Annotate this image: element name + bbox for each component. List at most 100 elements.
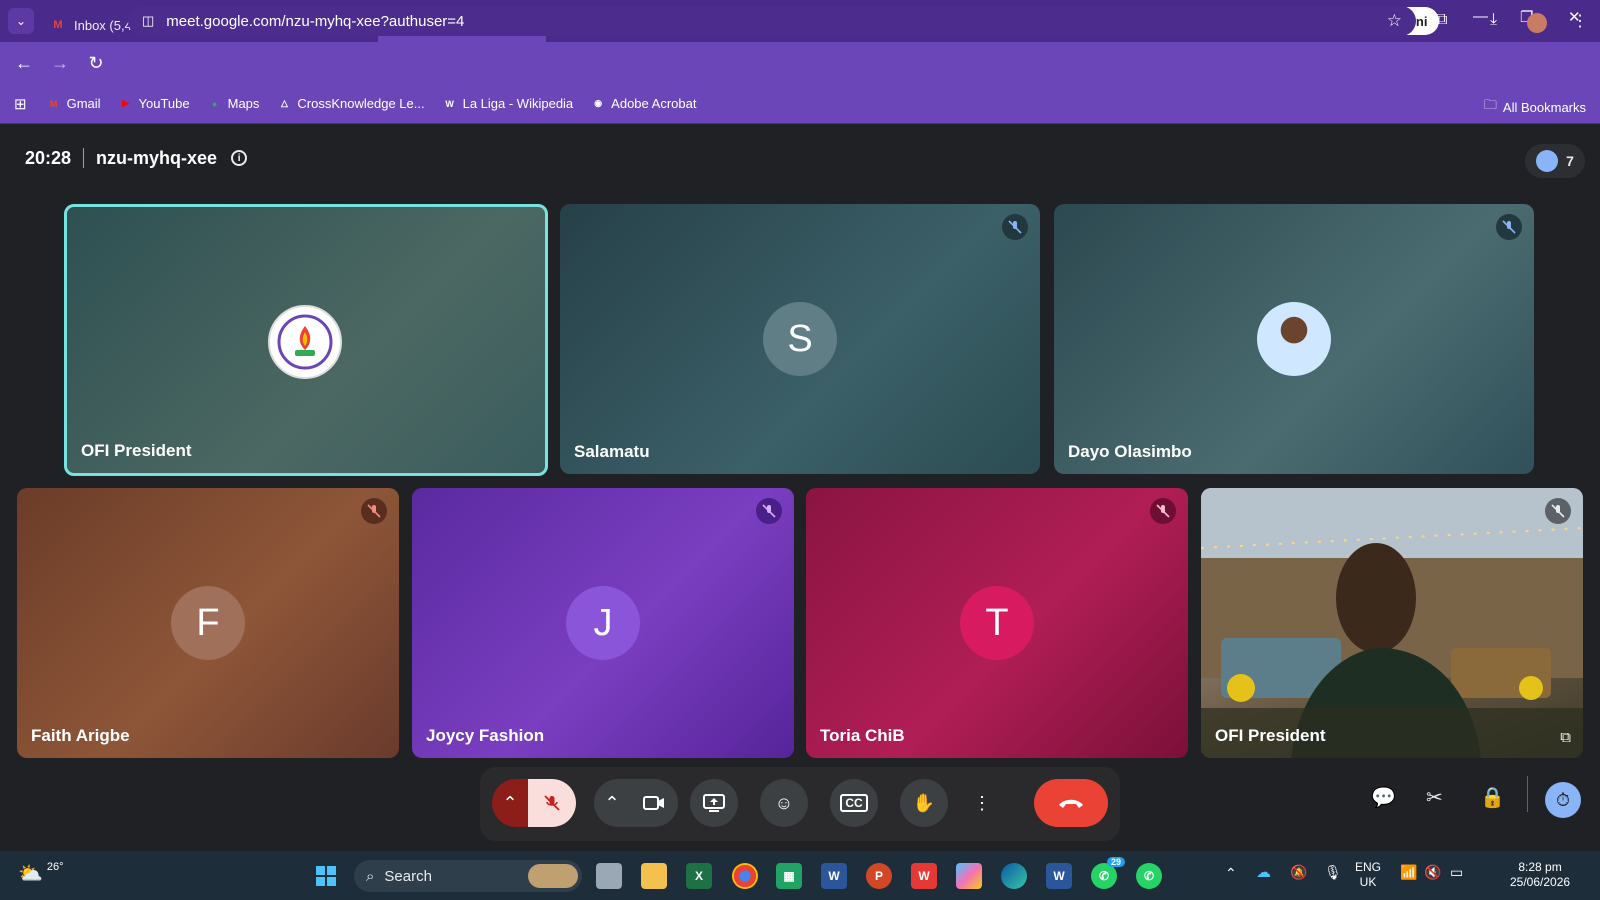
browser-toolbar: ← → ↻ [0, 42, 1600, 84]
wifi-icon[interactable]: 📶 [1400, 865, 1417, 880]
copilot-icon[interactable] [956, 863, 982, 889]
whatsapp-business-icon[interactable]: ✆ 29 [1091, 857, 1125, 889]
all-bookmarks-button[interactable]: 🗀 All Bookmarks [1484, 96, 1586, 118]
forward-icon[interactable]: → [42, 53, 78, 74]
controls-divider [1527, 776, 1528, 812]
minimize-icon[interactable]: — [1473, 8, 1488, 25]
chat-icon[interactable]: 💬 [1371, 785, 1396, 810]
hang-up-icon [1059, 799, 1083, 808]
download-icon[interactable]: ⤓ [1490, 11, 1497, 29]
leave-call-button[interactable] [1034, 779, 1108, 827]
taskbar-search-box[interactable]: ⌕ Search [354, 860, 582, 892]
powerpoint-icon[interactable]: P [866, 863, 892, 889]
reload-icon[interactable]: ↻ [78, 53, 114, 74]
raise-hand-icon: ✋ [912, 792, 936, 813]
search-highlight-image [528, 864, 578, 888]
tab-search-button[interactable]: ⌄ [8, 8, 34, 34]
notifications-off-icon[interactable]: 🔕 [1290, 865, 1307, 880]
apps-grid-icon[interactable]: ⊞ [14, 95, 27, 113]
browser-menu-icon[interactable]: ⋮ [1572, 11, 1588, 31]
bookmark-item[interactable]: ◉ Adobe Acrobat [591, 96, 696, 111]
edge-icon[interactable] [1001, 863, 1027, 889]
participant-avatar: S [763, 302, 837, 376]
whatsapp-icon[interactable]: ✆ [1136, 863, 1162, 889]
mic-toggle-button[interactable] [528, 779, 576, 827]
camera-video-feed [1201, 488, 1583, 758]
activities-icon[interactable]: ✂ [1426, 785, 1443, 810]
participant-avatar: J [566, 586, 640, 660]
bookmark-item[interactable]: △ CrossKnowledge Le... [277, 96, 425, 111]
camera-toggle-button[interactable] [630, 779, 678, 827]
participant-name: Joycy Fashion [426, 726, 545, 745]
header-divider [83, 148, 85, 168]
clock-time: 8:28 pm [1518, 860, 1562, 874]
mic-off-icon [544, 795, 560, 811]
participant-tile[interactable]: J Joycy Fashion [412, 488, 794, 758]
chrome-icon[interactable] [732, 863, 758, 889]
show-hidden-icons-chevron[interactable]: ⌃ [1225, 866, 1237, 881]
bookmark-favicon-icon: ◉ [594, 98, 603, 108]
meeting-info-icon[interactable]: i [231, 150, 248, 166]
participant-tile[interactable]: OFI President [64, 204, 548, 476]
bookmarks-bar: ⊞ M Gmail ▶ YouTube ● Maps △ CrossKnowledge Le.… [0, 84, 1600, 124]
bookmark-star-icon[interactable]: ☆ [1387, 11, 1402, 31]
wps-office-icon[interactable]: W [911, 863, 937, 889]
bookmark-label: Adobe Acrobat [611, 96, 697, 111]
language-code: ENG [1355, 860, 1382, 874]
address-bar[interactable]: ◫ meet.google.com/nzu-myhq-xee?authuser=… [128, 6, 1416, 36]
present-screen-button[interactable] [690, 779, 738, 827]
mic-muted-icon [1496, 214, 1522, 240]
excel-icon[interactable]: X [686, 863, 712, 889]
file-explorer-icon[interactable] [641, 863, 667, 889]
meeting-code: nzu-myhq-xee [96, 147, 218, 168]
start-windows-icon[interactable] [313, 863, 339, 889]
more-options-button[interactable]: ⋮ [970, 779, 994, 827]
present-screen-icon [703, 794, 725, 812]
keyboard-layout: UK [1359, 875, 1377, 889]
participant-name: OFI President [1215, 726, 1326, 745]
word-document-icon[interactable]: W [1046, 863, 1072, 889]
back-icon[interactable]: ← [6, 53, 42, 74]
bookmark-item[interactable]: ● Maps [208, 96, 260, 111]
participant-count: 7 [1566, 153, 1574, 169]
search-icon: ⌕ [366, 867, 375, 885]
all-bookmarks-label: All Bookmarks [1502, 99, 1586, 115]
raise-hand-button[interactable]: ✋ [900, 779, 948, 827]
participant-tile[interactable]: Dayo Olasimbo [1054, 204, 1534, 474]
system-clock[interactable]: 8:28 pm 25/06/2026 [1510, 860, 1570, 890]
task-view-icon[interactable] [596, 863, 622, 889]
site-info-icon[interactable]: ◫ [142, 13, 154, 29]
meeting-time: 20:28 [25, 147, 72, 168]
participant-tile[interactable]: T Toria ChiB [806, 488, 1188, 758]
participant-tile[interactable]: S Salamatu [560, 204, 1040, 474]
participants-button[interactable]: 7 [1525, 144, 1585, 178]
bookmark-label: CrossKnowledge Le... [297, 96, 425, 111]
url-text: meet.google.com/nzu-myhq-xee?authuser=4 [166, 12, 465, 30]
battery-icon[interactable]: ▭ [1450, 865, 1463, 880]
meeting-timer-icon[interactable]: ⏱ [1545, 782, 1581, 818]
spreadsheet-app-icon[interactable]: ▦ [776, 863, 802, 889]
video-settings-chevron-icon[interactable]: ⌃ [594, 779, 630, 827]
picture-in-picture-icon[interactable]: ⧉ [1560, 729, 1571, 746]
extensions-icon[interactable]: ⧉ [1436, 11, 1447, 29]
bookmark-item[interactable]: ▶ YouTube [119, 96, 190, 111]
language-indicator[interactable]: ENG UK [1355, 860, 1381, 890]
volume-muted-icon[interactable]: 🔇 [1424, 865, 1441, 880]
onedrive-icon[interactable]: ☁ [1256, 865, 1271, 880]
captions-button[interactable]: CC [830, 779, 878, 827]
profile-avatar[interactable] [1527, 13, 1547, 33]
host-controls-icon[interactable]: 🔒 [1480, 785, 1505, 810]
weather-widget[interactable]: ⛅ 26° [18, 861, 64, 886]
bookmark-item[interactable]: M Gmail [47, 96, 101, 111]
audio-settings-chevron-icon[interactable]: ⌃ [492, 779, 528, 827]
participant-tile[interactable]: OFI President ⧉ [1201, 488, 1583, 758]
bookmark-label: Maps [227, 96, 260, 111]
bookmark-item[interactable]: W La Liga - Wikipedia [443, 96, 573, 111]
ofi-logo-icon [277, 314, 333, 370]
word-icon[interactable]: W [821, 863, 847, 889]
weather-temp: 26° [46, 860, 64, 873]
mic-muted-icon [361, 498, 387, 524]
participant-tile[interactable]: F Faith Arigbe [17, 488, 399, 758]
microphone-icon[interactable]: 🎙 [1324, 865, 1342, 880]
emoji-reaction-button[interactable]: ☺ [760, 779, 808, 827]
